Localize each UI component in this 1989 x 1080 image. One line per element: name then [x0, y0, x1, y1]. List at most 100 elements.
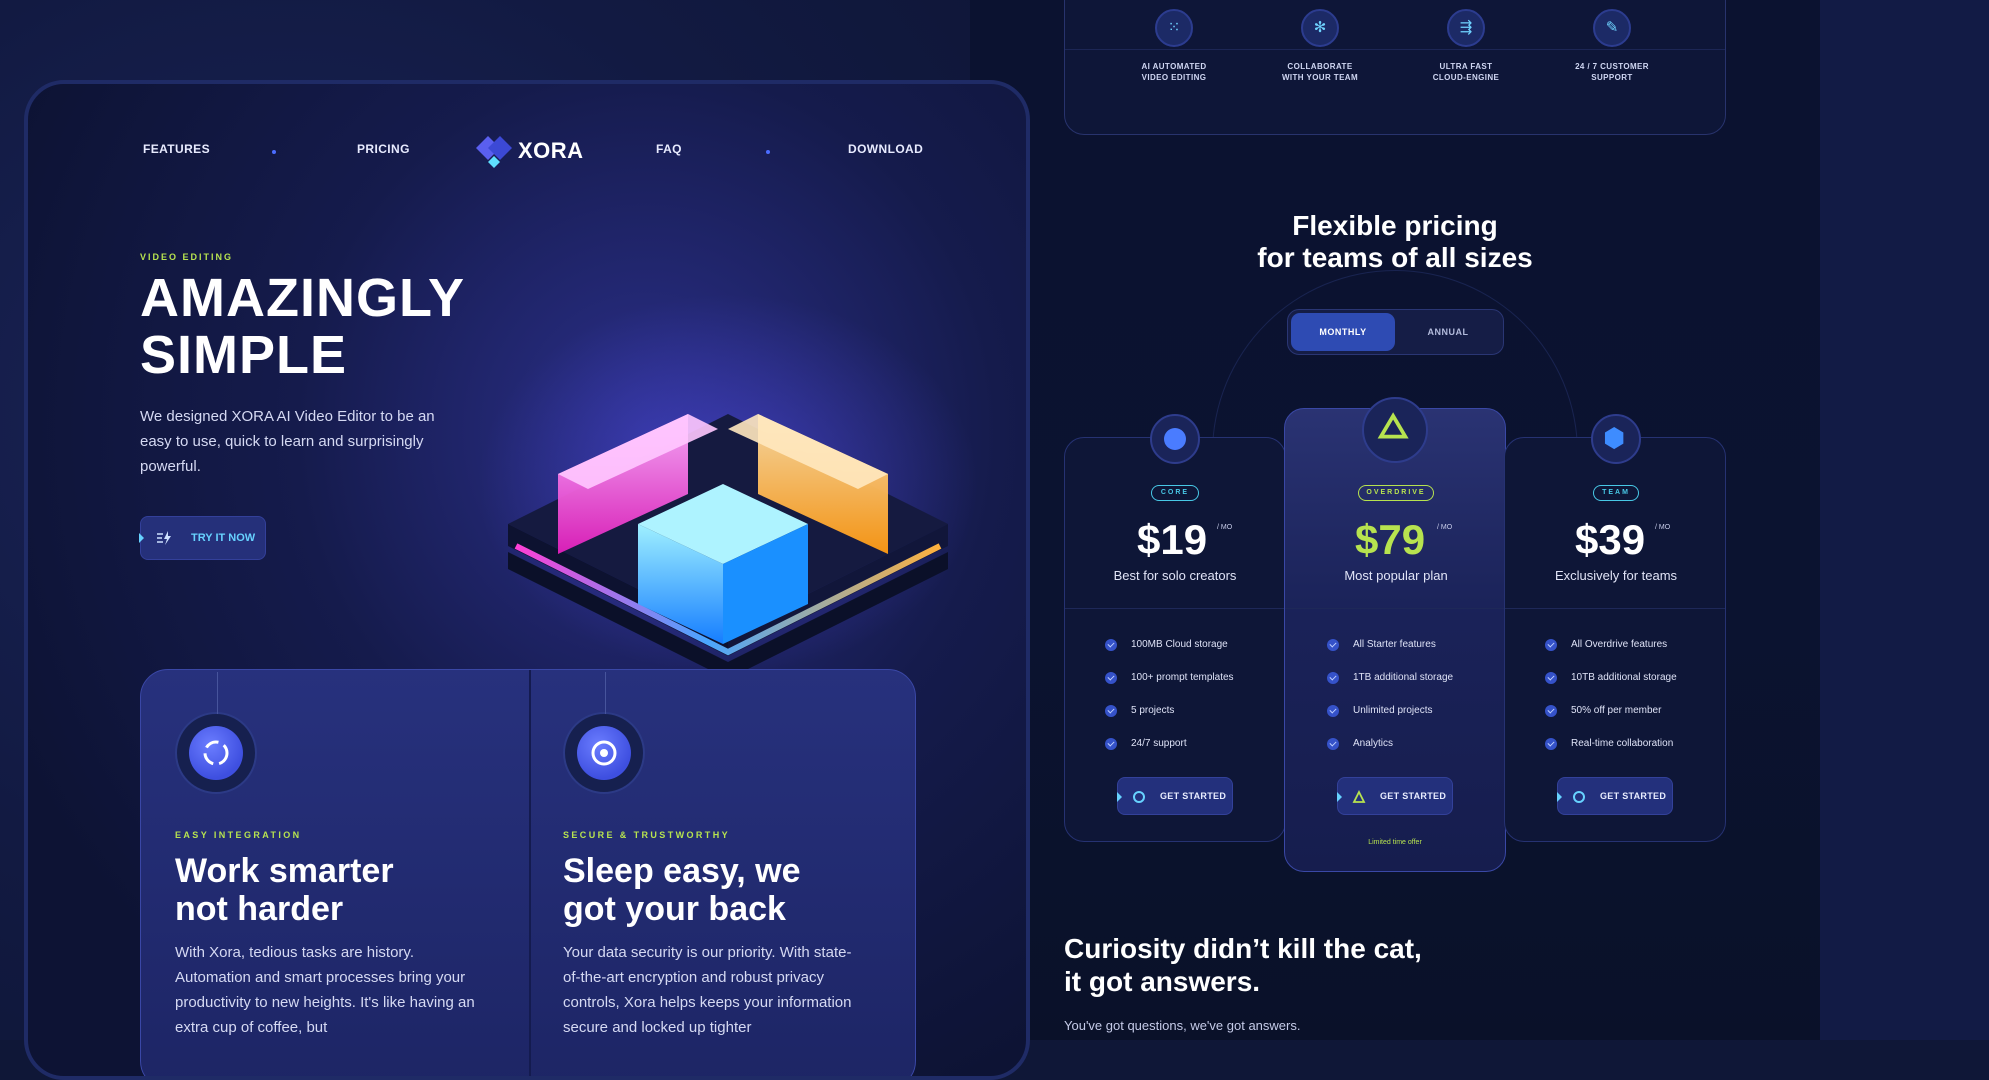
- feature-title: Work smarter not harder: [175, 852, 394, 928]
- hero-3d-blocks-illustration: [478, 294, 978, 679]
- feature-eyebrow: SECURE & TRUSTWORTHY: [563, 830, 730, 840]
- faq-title-line1: Curiosity didn’t kill the cat,: [1064, 933, 1422, 964]
- circle-icon: [1133, 791, 1145, 803]
- feature-title-line2: not harder: [175, 890, 344, 928]
- features-panel: EASY INTEGRATION Work smarter not harder…: [140, 669, 916, 1076]
- hero-description: We designed XORA AI Video Editor to be a…: [140, 408, 435, 475]
- billing-period-toggle: MONTHLY ANNUAL: [1287, 309, 1504, 355]
- plan-card-core: CORE $19 / MO Best for solo creators 100…: [1064, 414, 1286, 842]
- plan-card-overdrive: OVERDRIVE $79 / MO Most popular plan All…: [1284, 397, 1506, 872]
- limited-offer-note: Limited time offer: [1368, 839, 1422, 846]
- check-icon: [1545, 672, 1557, 684]
- support-icon: ✎: [1593, 9, 1631, 47]
- network-icon: ✻: [1301, 9, 1339, 47]
- plan-description: Best for solo creators: [1113, 568, 1237, 583]
- top-features-card: ⁙ AI AUTOMATED VIDEO EDITING ✻ COLLABORAT…: [1064, 0, 1726, 135]
- faq-subtitle: You've got questions, we've got answers.: [1064, 1018, 1301, 1033]
- check-icon: [1545, 738, 1557, 750]
- pricing-title-line1: Flexible pricing: [1292, 210, 1498, 241]
- feature-eyebrow: EASY INTEGRATION: [175, 830, 302, 840]
- dots-icon: ⁙: [1155, 9, 1193, 47]
- pricing-title-line2: for teams of all sizes: [1257, 242, 1533, 273]
- try-it-now-button[interactable]: TRY IT NOW: [139, 516, 266, 560]
- brand-name: XORA: [518, 138, 584, 163]
- faq-title: Curiosity didn’t kill the cat, it got an…: [1064, 932, 1564, 998]
- plan-divider: [1285, 608, 1505, 609]
- plan-feature-item: All Starter features: [1327, 638, 1527, 652]
- circle-icon: [1573, 791, 1585, 803]
- top-card-rule: [1065, 49, 1725, 50]
- plan-feature-item: 10TB additional storage: [1545, 671, 1745, 685]
- plan-divider: [1065, 608, 1285, 609]
- speed-arrow-icon: ⇶: [1447, 9, 1485, 47]
- triangle-icon: [1352, 790, 1366, 803]
- check-icon: [1545, 639, 1557, 651]
- nav-pricing-link[interactable]: PRICING: [357, 142, 410, 156]
- plan-description: Exclusively for teams: [1554, 568, 1678, 583]
- check-icon: [1327, 705, 1339, 717]
- hero-title-line2: SIMPLE: [140, 325, 348, 385]
- check-icon: [1105, 672, 1117, 684]
- faq-title-line2: it got answers.: [1064, 966, 1261, 997]
- plan-price: $79: [1355, 516, 1426, 563]
- hero-title: AMAZINGLY SIMPLE: [140, 270, 465, 384]
- feature-connector: [217, 672, 218, 714]
- plan-badge: CORE: [1151, 485, 1199, 501]
- feature-title-line1: Sleep easy, we: [563, 852, 801, 890]
- plan-divider: [1505, 608, 1725, 609]
- feature-title-line2: got your back: [563, 890, 786, 928]
- nav-features-link[interactable]: FEATURES: [143, 142, 210, 156]
- lightning-icon: [157, 531, 171, 545]
- top-feature-label: 24 / 7 CUSTOMER SUPPORT: [1575, 62, 1649, 82]
- plan-feature-item: 50% off per member: [1545, 704, 1745, 718]
- xora-logo-icon: [476, 136, 512, 168]
- top-feature-label: ULTRA FAST CLOUD-ENGINE: [1432, 62, 1500, 82]
- landing-mockup-frame: FEATURES PRICING XORA FAQ DOWNLOAD VIDEO…: [24, 80, 1030, 1080]
- top-feature-label: COLLABORATE WITH YOUR TEAM: [1281, 62, 1359, 82]
- feature-title-line1: Work smarter: [175, 852, 394, 890]
- plan-overdrive-icon: [1362, 397, 1428, 463]
- toggle-monthly[interactable]: MONTHLY: [1291, 313, 1395, 351]
- nav-faq-link[interactable]: FAQ: [656, 142, 682, 156]
- feature-connector: [605, 672, 606, 714]
- plan-period: / MO: [1437, 524, 1453, 531]
- plan-feature-item: Unlimited projects: [1327, 704, 1527, 718]
- nav-download-link[interactable]: DOWNLOAD: [848, 142, 923, 156]
- plan-feature-item: 100MB Cloud storage: [1105, 638, 1305, 652]
- shield-lock-icon: [577, 726, 631, 780]
- edge-background: [1820, 0, 1989, 1040]
- feature-icon-wrap: [563, 672, 645, 794]
- check-icon: [1105, 738, 1117, 750]
- hero-title-line1: AMAZINGLY: [140, 268, 466, 328]
- get-started-label: GET STARTED: [1600, 791, 1667, 801]
- feature-title: Sleep easy, we got your back: [563, 852, 801, 928]
- plan-card-team: TEAM $39 / MO Exclusively for teams All …: [1504, 414, 1726, 842]
- pricing-title: Flexible pricing for teams of all sizes: [1170, 210, 1620, 274]
- get-started-label: GET STARTED: [1380, 791, 1447, 801]
- top-nav: FEATURES PRICING XORA FAQ DOWNLOAD: [28, 132, 1026, 172]
- get-started-button[interactable]: GET STARTED: [1117, 777, 1233, 815]
- plan-feature-item: 100+ prompt templates: [1105, 671, 1305, 685]
- plan-feature-item: 5 projects: [1105, 704, 1305, 718]
- plan-feature-item: Real-time collaboration: [1545, 737, 1745, 751]
- nav-separator: [766, 150, 770, 154]
- try-it-now-label: TRY IT NOW: [191, 532, 256, 544]
- plan-price: $39: [1575, 516, 1646, 563]
- plan-feature-item: 24/7 support: [1105, 737, 1305, 751]
- plan-price: $19: [1137, 516, 1208, 563]
- get-started-button[interactable]: GET STARTED: [1337, 777, 1453, 815]
- plan-core-icon: [1150, 414, 1200, 464]
- brand-logo[interactable]: XORA: [474, 132, 604, 172]
- check-icon: [1327, 672, 1339, 684]
- get-started-button[interactable]: GET STARTED: [1557, 777, 1673, 815]
- toggle-annual[interactable]: ANNUAL: [1396, 313, 1500, 351]
- get-started-label: GET STARTED: [1160, 791, 1227, 801]
- plan-feature-item: All Overdrive features: [1545, 638, 1745, 652]
- plan-description: Most popular plan: [1344, 568, 1448, 583]
- plan-feature-item: 1TB additional storage: [1327, 671, 1527, 685]
- check-icon: [1545, 705, 1557, 717]
- plan-team-icon: [1591, 414, 1641, 464]
- nav-separator: [272, 150, 276, 154]
- plan-period: / MO: [1217, 524, 1233, 531]
- check-icon: [1327, 738, 1339, 750]
